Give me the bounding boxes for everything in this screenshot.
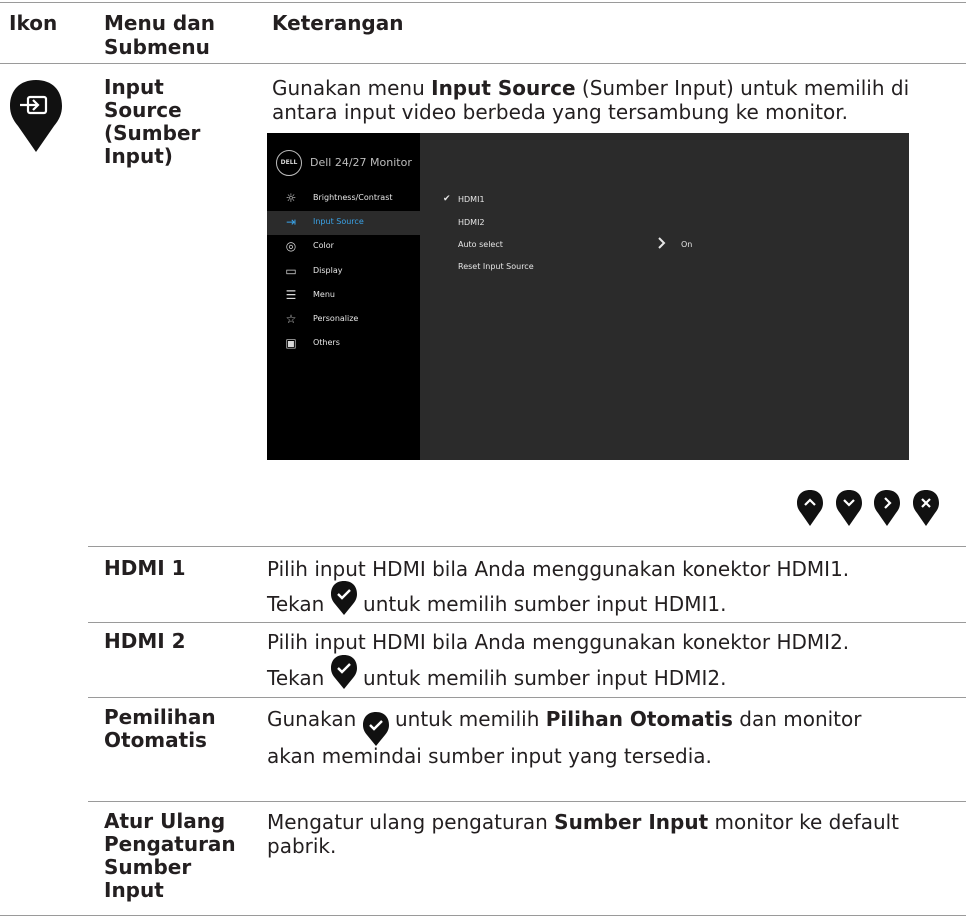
header-ikon: Ikon [9,11,58,35]
row-hdmi1-line2: Tekan untuk memilih sumber input HDMI1. [267,581,726,616]
osd-menu-menu[interactable]: ☰ Menu [267,284,420,308]
input-icon: ⇥ [285,215,297,229]
osd-menu-color[interactable]: ◎ Color [267,235,420,259]
top-rule [0,2,966,3]
row-rule [88,697,966,698]
row-hdmi2-line1: Pilih input HDMI bila Anda menggunakan k… [267,630,850,654]
osd-option-reset-input[interactable]: Reset Input Source [458,262,534,271]
osd-option-auto-select[interactable]: Auto select [458,240,503,249]
osd-option-hdmi2[interactable]: HDMI2 [458,218,485,227]
down-button-icon [836,490,862,526]
row-rule [88,801,966,802]
osd-menu-others[interactable]: ▣ Others [267,332,420,356]
row-hdmi1-line1: Pilih input HDMI bila Anda menggunakan k… [267,557,850,581]
check-button-icon [330,655,357,689]
header-menu: Menu dan Submenu [104,11,215,59]
row-auto-line1: Gunakan untuk memilih Pilihan Otomatis d… [267,707,861,746]
check-icon: ✔ [443,194,451,204]
header-rule [0,63,966,64]
row-hdmi2-name: HDMI 2 [104,629,186,653]
osd-menu-personalize[interactable]: ☆ Personalize [267,308,420,332]
check-button-icon [362,712,389,746]
input-source-desc: Gunakan menu Input Source (Sumber Input)… [272,76,910,124]
sun-icon: ☼ [285,191,297,205]
row-rule [88,622,966,623]
header-keterangan: Keterangan [272,11,404,35]
row-rule [88,546,966,547]
osd-option-hdmi1[interactable]: HDMI1 [458,195,485,204]
osd-content: ✔ HDMI1 HDMI2 Auto select Reset Input So… [420,133,909,460]
osd-title: Dell 24/27 Monitor [310,156,412,169]
palette-icon: ◎ [285,239,297,253]
osd-screenshot: DELL Dell 24/27 Monitor ☼ Brightness/Con… [267,133,909,460]
others-icon: ▣ [285,336,297,350]
up-button-icon [797,490,823,526]
osd-menu-input-source[interactable]: ⇥ Input Source [267,211,420,235]
row-auto-name: Pemilihan Otomatis [104,705,216,752]
row-auto-line2: akan memindai sumber input yang tersedia… [267,744,712,768]
check-button-icon [330,581,357,615]
dell-logo: DELL [276,150,302,176]
osd-sidebar: DELL Dell 24/27 Monitor ☼ Brightness/Con… [267,133,420,460]
star-icon: ☆ [285,312,297,326]
auto-select-value: On [681,240,693,249]
list-icon: ☰ [285,288,297,302]
monitor-icon: ▭ [285,264,297,278]
chevron-right-icon [658,237,666,249]
right-button-icon [874,490,900,526]
input-source-title: Input Source (Sumber Input) [104,75,201,168]
osd-menu-display[interactable]: ▭ Display [267,260,420,284]
row-hdmi2-line2: Tekan untuk memilih sumber input HDMI2. [267,655,726,690]
row-hdmi1-name: HDMI 1 [104,556,186,580]
row-reset-name: Atur Ulang Pengaturan Sumber Input [104,809,236,902]
row-reset-desc: Mengatur ulang pengaturan Sumber Input m… [267,810,900,858]
osd-menu-brightness[interactable]: ☼ Brightness/Contrast [267,187,420,211]
close-button-icon [913,490,939,526]
bottom-rule [0,915,966,916]
input-source-icon [10,80,62,152]
